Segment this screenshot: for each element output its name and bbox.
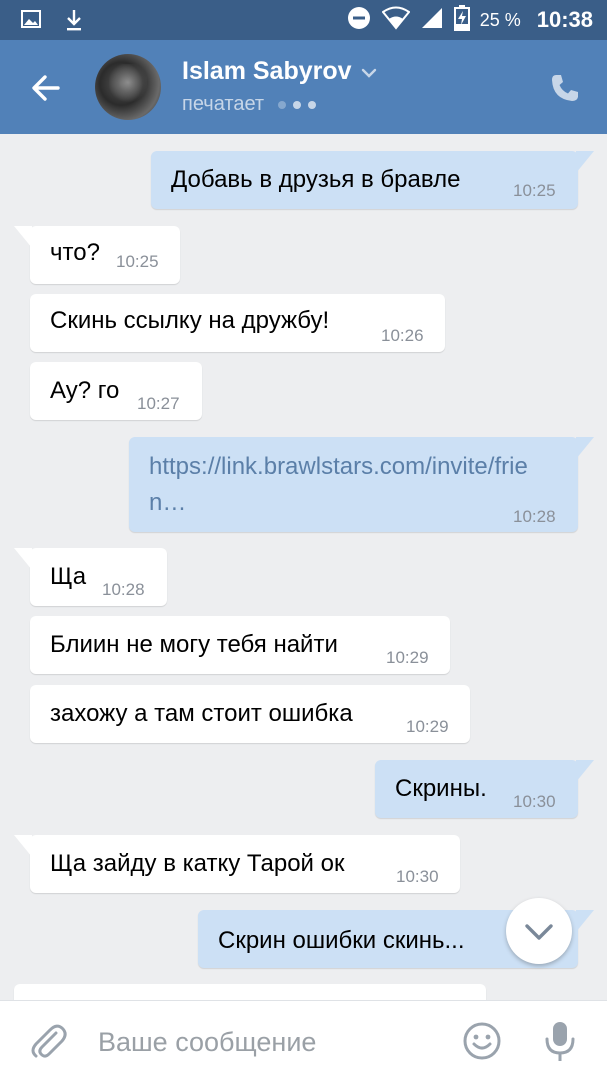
wifi-icon [381,6,411,35]
chevron-down-icon [525,924,553,940]
message-text: Скинь ссылку на дружбу! [50,307,330,334]
message-input[interactable] [96,1019,440,1065]
clock: 10:38 [536,7,593,32]
message-incoming[interactable]: Ща зайду в катку Тарой ок 10:30 [14,835,460,893]
battery-icon [453,4,470,36]
message-time: 10:25 [116,252,159,271]
message-text: Ща зайду в катку Тарой ок [50,850,345,877]
status-bar: 25 % 10:38 [0,0,607,40]
message-outgoing[interactable]: https://link.brawlstars.com/invite/frien… [129,437,594,532]
message-time: 10:27 [137,394,180,413]
message-incoming-partial[interactable] [14,984,486,1000]
message-incoming[interactable]: что? 10:25 [14,226,180,284]
chevron-down-icon[interactable] [360,66,378,80]
chat-header: Islam Sabyrov печатает [0,40,607,134]
message-text: Ща [50,563,87,590]
invite-link[interactable]: https://link.brawlstars.com/invite/frien… [149,449,561,521]
message-text: Ау? го [50,377,120,404]
message-list[interactable]: Добавь в друзья в бравле 10:25 что? 10:2… [0,134,607,1000]
typing-dots-icon [278,100,317,109]
microphone-icon[interactable] [540,1019,580,1063]
message-time: 10:29 [386,648,429,667]
gallery-icon [20,8,42,37]
emoji-icon[interactable] [462,1021,502,1061]
message-text: Добавь в друзья в бравле [171,166,461,193]
back-arrow-icon[interactable] [28,70,64,106]
scroll-down-button[interactable] [506,898,572,964]
message-incoming[interactable]: Блиин не могу тебя найти 10:29 [30,616,450,674]
typing-status: печатает [182,93,317,116]
dnd-icon [346,5,372,36]
message-incoming[interactable]: захожу а там стоит ошибка 10:29 [30,685,470,743]
phone-icon[interactable] [549,72,581,104]
message-composer [0,1000,607,1081]
typing-label: печатает [182,93,265,115]
message-time: 10:30 [396,867,439,886]
paperclip-icon[interactable] [28,1021,68,1061]
message-text: Скрины. [395,775,487,802]
contact-name[interactable]: Islam Sabyrov [182,57,352,86]
message-time: 10:29 [406,717,449,736]
avatar[interactable] [95,54,161,120]
message-text: Скрин ошибки скинь... [218,927,465,954]
message-outgoing[interactable]: Скрины. 10:30 [375,760,594,818]
message-time: 10:30 [513,792,556,811]
message-outgoing[interactable]: Добавь в друзья в бравле 10:25 [151,151,594,209]
message-time: 10:26 [381,326,424,345]
message-time: 10:28 [102,580,145,599]
message-incoming[interactable]: Ща 10:28 [14,548,167,606]
message-time: 10:25 [513,181,556,200]
message-incoming[interactable]: Ау? го 10:27 [30,362,202,420]
download-icon [64,8,84,37]
message-text: захожу а там стоит ошибка [50,700,353,727]
battery-percent: 25 % [479,9,521,30]
message-text: Блиин не могу тебя найти [50,631,338,658]
message-incoming[interactable]: Скинь ссылку на дружбу! 10:26 [30,294,445,352]
message-time: 10:28 [513,507,556,526]
signal-icon [420,6,444,35]
message-text: что? [50,239,100,266]
